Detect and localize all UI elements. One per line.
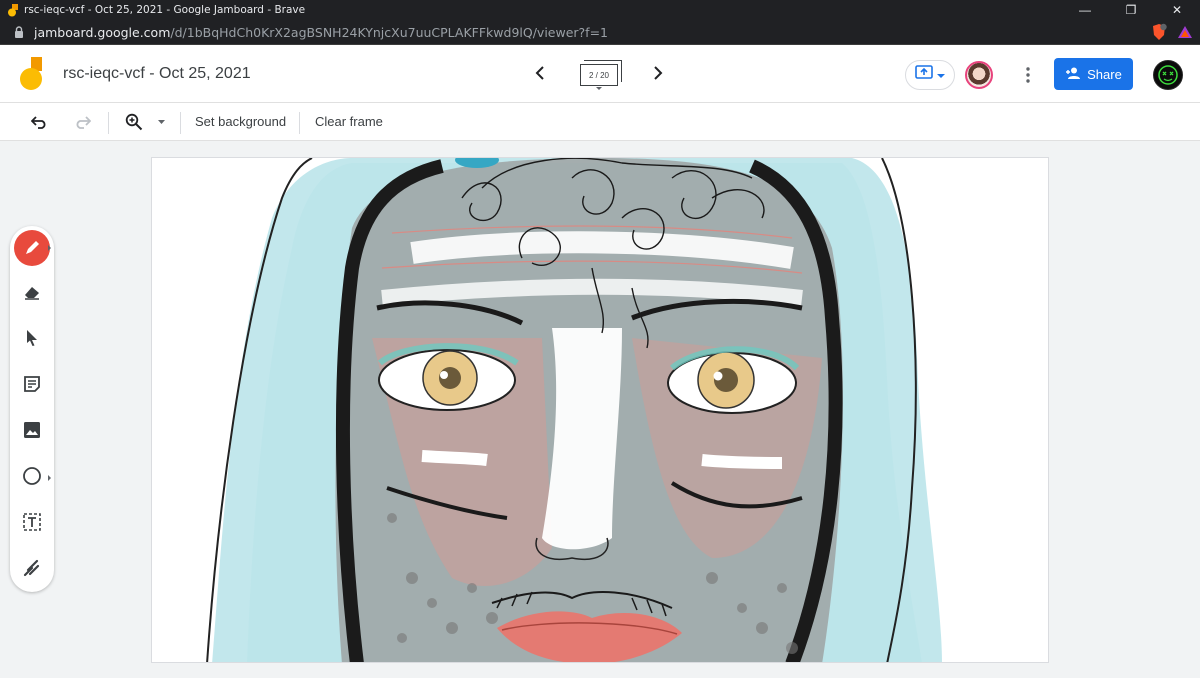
present-screen-icon <box>915 64 933 86</box>
share-button[interactable]: Share <box>1054 58 1133 90</box>
app-header: rsc-ieqc-vcf - Oct 25, 2021 2 / 20 Share <box>0 45 1200 103</box>
share-label: Share <box>1087 66 1122 82</box>
redo-button[interactable] <box>70 110 94 134</box>
frame-counter: 2 / 20 <box>580 64 618 86</box>
url-path: /d/1bBqHdCh0KrX2agBSNH24KYnjcXu7uuCPLAKF… <box>170 24 609 40</box>
zoom-dropdown-button[interactable] <box>155 110 167 134</box>
laser-icon <box>23 559 41 582</box>
previous-frame-button[interactable] <box>528 61 552 85</box>
select-tool-button[interactable] <box>10 320 54 360</box>
editing-toolbar: Set background Clear frame <box>0 103 1200 141</box>
toolbar-divider <box>299 112 300 134</box>
chevron-down-icon <box>937 66 945 84</box>
shape-tool-button[interactable] <box>10 458 54 498</box>
image-tool-button[interactable] <box>10 412 54 452</box>
restore-button[interactable]: ❐ <box>1108 0 1154 20</box>
document-title[interactable]: rsc-ieqc-vcf - Oct 25, 2021 <box>63 65 251 83</box>
url-text[interactable]: jamboard.google.com/d/1bBqHdCh0KrX2agBSN… <box>34 25 1148 40</box>
tool-palette <box>10 226 54 592</box>
laser-tool-button[interactable] <box>10 550 54 590</box>
add-person-icon <box>1065 67 1081 82</box>
clear-frame-button[interactable]: Clear frame <box>315 114 383 129</box>
circle-icon <box>22 466 42 491</box>
close-window-button[interactable]: ✕ <box>1154 0 1200 20</box>
browser-title-bar: rsc-ieqc-vcf - Oct 25, 2021 - Google Jam… <box>0 0 1200 20</box>
face-drawing <box>206 158 942 662</box>
window-title: rsc-ieqc-vcf - Oct 25, 2021 - Google Jam… <box>24 4 306 16</box>
chevron-right-icon <box>48 475 51 481</box>
more-options-icon[interactable] <box>1018 63 1038 87</box>
frame-indicator-button[interactable]: 2 / 20 <box>578 58 622 92</box>
sticky-note-icon <box>23 375 41 398</box>
pen-icon <box>14 230 50 266</box>
lock-icon[interactable] <box>12 25 26 39</box>
canvas-area <box>0 141 1200 678</box>
brave-rewards-icon[interactable] <box>1174 22 1196 42</box>
toolbar-divider <box>108 112 109 134</box>
chevron-right-icon <box>48 245 51 251</box>
brave-shield-icon[interactable] <box>1148 22 1170 42</box>
text-box-tool-button[interactable] <box>10 504 54 544</box>
jamboard-favicon-icon <box>8 3 18 17</box>
next-frame-button[interactable] <box>646 61 670 85</box>
toolbar-divider <box>180 112 181 134</box>
chevron-down-icon <box>596 87 602 90</box>
minimize-button[interactable]: — <box>1062 0 1108 20</box>
pen-tool-button[interactable] <box>10 228 54 268</box>
image-icon <box>23 421 41 444</box>
eraser-icon <box>23 284 41 305</box>
sticky-note-tool-button[interactable] <box>10 366 54 406</box>
address-bar[interactable]: jamboard.google.com/d/1bBqHdCh0KrX2agBSN… <box>0 20 1200 45</box>
undo-button[interactable] <box>28 110 52 134</box>
text-box-icon <box>22 512 42 537</box>
set-background-button[interactable]: Set background <box>195 114 286 129</box>
zoom-in-button[interactable] <box>122 110 146 134</box>
select-icon <box>25 329 39 352</box>
eraser-tool-button[interactable] <box>10 274 54 314</box>
present-button[interactable] <box>905 60 955 90</box>
collaborator-avatar[interactable] <box>965 61 993 89</box>
jam-frame[interactable] <box>151 157 1049 663</box>
url-host: jamboard.google.com <box>34 24 171 40</box>
account-avatar[interactable] <box>1153 60 1183 90</box>
jamboard-logo-icon[interactable] <box>20 57 46 91</box>
